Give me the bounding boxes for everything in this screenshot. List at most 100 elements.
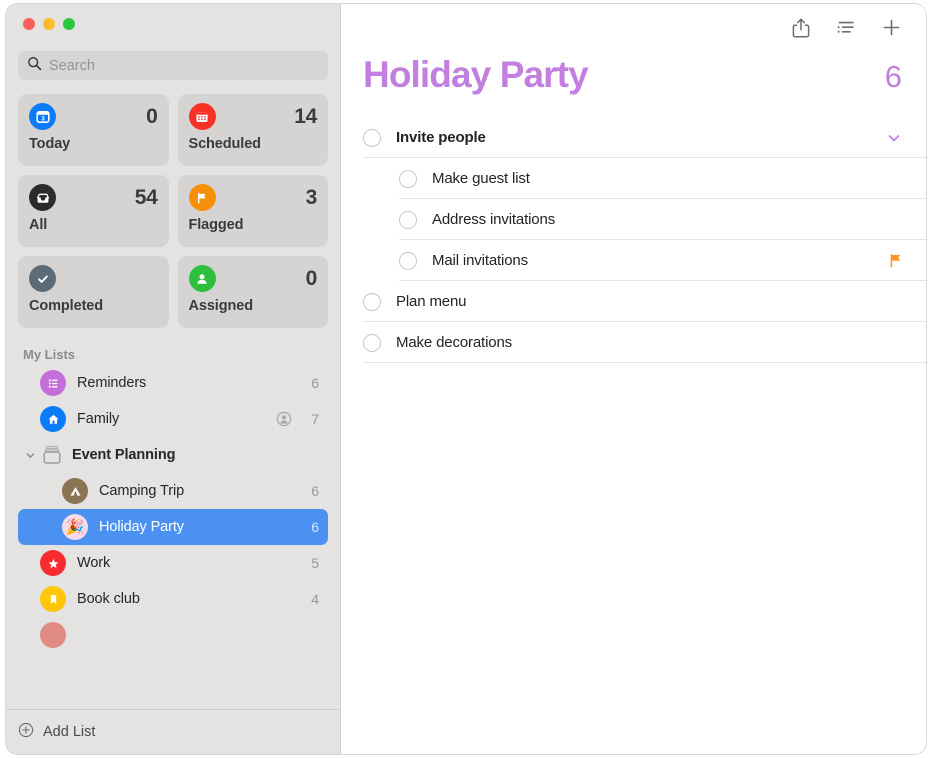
chevron-down-icon[interactable] <box>22 450 38 461</box>
person-icon <box>188 265 216 292</box>
reminder-checkbox[interactable] <box>399 210 417 229</box>
smart-list-count: 14 <box>294 104 317 128</box>
reminder-checkbox[interactable] <box>399 251 417 270</box>
list-name: Holiday Party <box>99 519 184 535</box>
reminder-row[interactable]: Invite people <box>341 117 926 158</box>
list-count: 4 <box>311 591 319 607</box>
list-count: 5 <box>311 555 319 571</box>
plus-circle-icon <box>18 722 34 743</box>
sidebar-item-camping-trip[interactable]: Camping Trip 6 <box>18 473 328 509</box>
sidebar-item-book-club[interactable]: Book club 4 <box>18 581 328 617</box>
inbox-tray-icon <box>29 184 56 211</box>
search-placeholder: Search <box>49 57 95 74</box>
smart-lists-grid: 3 0 Today 14 Scheduled 54 All 3 Flagged … <box>6 80 340 328</box>
list-lines-icon <box>40 370 66 396</box>
window-controls <box>6 4 340 44</box>
bookmark-icon <box>40 586 66 612</box>
calendar-today-icon: 3 <box>29 103 56 130</box>
chevron-down-icon[interactable] <box>886 130 902 146</box>
page-title-count: 6 <box>884 59 902 94</box>
zoom-button[interactable] <box>63 18 75 30</box>
app-root: Search 3 0 Today 14 Scheduled 54 All 3 F… <box>0 0 932 758</box>
add-list-label: Add List <box>43 724 96 740</box>
sidebar: Search 3 0 Today 14 Scheduled 54 All 3 F… <box>6 4 341 754</box>
smart-list-count: 54 <box>134 185 158 209</box>
sidebar-item-work[interactable]: Work 5 <box>18 545 328 581</box>
smart-list-count: 3 <box>305 185 318 209</box>
reminder-row[interactable]: Make guest list <box>341 158 926 199</box>
smart-list-count: 0 <box>305 266 318 290</box>
smart-list-all[interactable]: 54 All <box>18 175 169 247</box>
list-color-icon <box>40 622 66 648</box>
plus-icon <box>881 17 902 43</box>
reminder-text: Plan menu <box>396 293 467 310</box>
view-options-button[interactable] <box>835 19 857 42</box>
reminder-checkbox[interactable] <box>363 292 381 311</box>
reminder-row[interactable]: Make decorations <box>341 322 926 363</box>
house-icon <box>40 406 66 432</box>
minimize-button[interactable] <box>43 18 55 30</box>
lists-container: Reminders 6 Family 7 Event Planning Camp… <box>6 365 340 709</box>
reminder-text: Invite people <box>396 129 486 146</box>
reminder-checkbox[interactable] <box>363 128 381 147</box>
smart-list-count: 0 <box>146 104 158 128</box>
sidebar-item-holiday-party[interactable]: 🎉 Holiday Party 6 <box>18 509 328 545</box>
share-icon <box>791 17 811 44</box>
row-separator <box>363 362 926 363</box>
list-count: 6 <box>311 375 319 391</box>
sidebar-item-family[interactable]: Family 7 <box>18 401 328 437</box>
list-name: Family <box>77 411 120 427</box>
smart-list-today[interactable]: 3 0 Today <box>18 94 169 166</box>
list-count: 7 <box>311 411 319 427</box>
reminder-checkbox[interactable] <box>399 169 417 188</box>
smart-list-label: All <box>29 217 48 233</box>
list-title-row: Holiday Party 6 <box>341 54 926 96</box>
main-content: Holiday Party 6 Invite people Make guest… <box>341 4 926 754</box>
add-reminder-button[interactable] <box>881 17 902 43</box>
list-name: Work <box>77 555 111 571</box>
list-name: Book club <box>77 591 140 607</box>
smart-list-label: Scheduled <box>188 136 262 152</box>
sidebar-group-event-planning[interactable]: Event Planning <box>18 437 328 473</box>
list-count: 6 <box>311 483 319 499</box>
search-icon <box>27 56 42 76</box>
reminders-window: Search 3 0 Today 14 Scheduled 54 All 3 F… <box>6 4 926 754</box>
reminder-text: Address invitations <box>432 211 556 228</box>
reminder-checkbox[interactable] <box>363 333 381 352</box>
list-name: Camping Trip <box>99 483 185 499</box>
reminder-row[interactable]: Plan menu <box>341 281 926 322</box>
reminder-text: Make guest list <box>432 170 530 187</box>
checkmark-icon <box>29 265 56 292</box>
party-popper-icon: 🎉 <box>62 514 88 540</box>
smart-list-label: Completed <box>29 298 104 314</box>
reminder-text: Mail invitations <box>432 252 528 269</box>
my-lists-header: My Lists <box>23 347 76 362</box>
calendar-icon <box>188 103 216 130</box>
shared-list-icon <box>276 411 292 427</box>
toolbar <box>341 4 926 56</box>
sidebar-item-partial[interactable] <box>18 617 328 653</box>
list-count: 6 <box>311 519 319 535</box>
reminder-row[interactable]: Address invitations <box>341 199 926 240</box>
flag-icon <box>188 184 216 211</box>
smart-list-label: Assigned <box>188 298 254 314</box>
add-list-button[interactable]: Add List <box>6 709 340 754</box>
flag-icon <box>889 253 902 268</box>
search-container: Search <box>6 44 340 80</box>
share-button[interactable] <box>791 17 811 44</box>
page-title: Holiday Party <box>363 54 589 95</box>
search-field[interactable]: Search <box>18 51 328 80</box>
reminder-text: Make decorations <box>396 334 512 351</box>
list-name: Reminders <box>77 375 147 391</box>
sidebar-item-reminders[interactable]: Reminders 6 <box>18 365 328 401</box>
smart-list-completed[interactable]: Completed <box>18 256 169 328</box>
smart-list-flagged[interactable]: 3 Flagged <box>177 175 328 247</box>
reminder-row[interactable]: Mail invitations <box>341 240 926 281</box>
tent-icon <box>62 478 88 504</box>
folder-group-icon <box>40 443 64 467</box>
smart-list-scheduled[interactable]: 14 Scheduled <box>177 94 328 166</box>
smart-list-assigned[interactable]: 0 Assigned <box>177 256 328 328</box>
smart-list-label: Flagged <box>188 217 244 233</box>
close-button[interactable] <box>23 18 35 30</box>
group-name: Event Planning <box>72 447 176 463</box>
